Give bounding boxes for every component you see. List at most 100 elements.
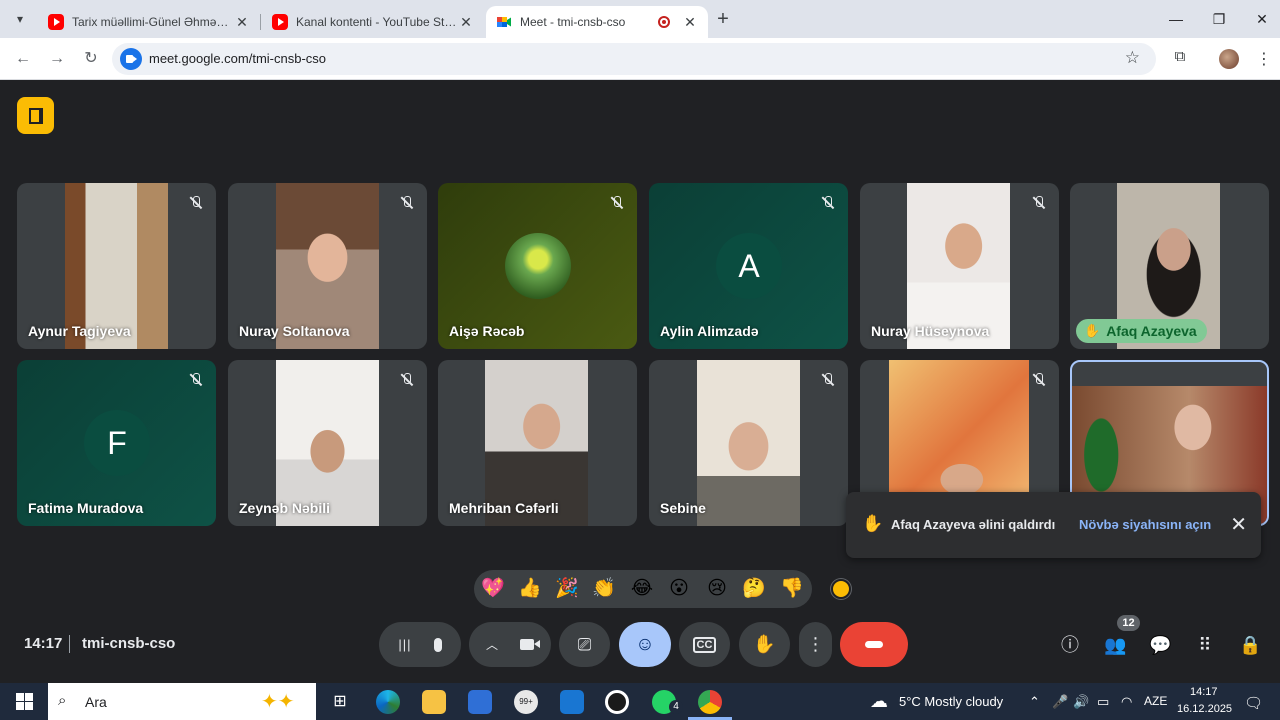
mail-badge: 99+ — [519, 697, 533, 706]
mic-off-icon — [184, 368, 208, 392]
copilot-sparkle-icon: ✦✦ — [261, 691, 295, 713]
tab-google-meet[interactable]: Meet - tmi-cnsb-cso ✕ — [486, 6, 708, 38]
edge-browser-icon[interactable] — [376, 690, 400, 714]
raised-hand-icon: ✋ — [1084, 323, 1101, 338]
participant-name: Nuray Soltanova — [239, 323, 350, 339]
extensions-puzzle-icon[interactable]: ⧉ — [1170, 48, 1190, 68]
participant-tile[interactable]: Nuray Soltanova — [228, 183, 427, 349]
chevron-up-icon[interactable]: ⌃ — [1029, 694, 1040, 710]
reactions-button[interactable]: ☺ — [619, 622, 671, 667]
raise-hand-button[interactable]: ✋ — [739, 622, 790, 667]
taskbar-date[interactable]: 16.12.2025 — [1177, 703, 1232, 715]
profile-avatar[interactable] — [1219, 49, 1239, 69]
bookmark-star-icon[interactable]: ☆ — [1125, 48, 1140, 68]
chevron-up-icon[interactable]: ︿ — [486, 636, 498, 653]
battery-icon[interactable]: ▭ — [1097, 694, 1109, 710]
participant-tile[interactable]: Aişə Rəcəb — [438, 183, 637, 349]
close-tab-icon[interactable]: ✕ — [682, 14, 698, 31]
weather-cloud-icon[interactable]: ☁ — [870, 691, 888, 712]
reaction-party-button[interactable]: 🎉 — [554, 576, 580, 602]
participant-tile[interactable]: ✋ Afaq Azayeva — [1070, 183, 1269, 349]
notifications-icon[interactable]: 🗨 — [1244, 694, 1263, 712]
raised-hand-icon: ✋ — [862, 514, 884, 533]
reaction-heart-button[interactable]: 💖 — [480, 576, 506, 602]
audio-settings-icon[interactable]: ||| — [398, 637, 411, 652]
chat-icon[interactable]: 💬 — [1149, 634, 1171, 656]
weather-text[interactable]: 5°C Mostly cloudy — [899, 694, 1003, 709]
host-controls-icon[interactable]: 🔒 — [1239, 634, 1261, 656]
reaction-sad-button[interactable]: 😢 — [704, 576, 730, 602]
participant-tile[interactable]: Zeynəb Nəbili — [228, 360, 427, 526]
tab-youtube-channel[interactable]: Tarix müəllimi-Günel Əhmədova ✕ — [38, 6, 260, 38]
search-icon: ⌕ — [58, 692, 67, 709]
meet-main: Aynur Tagiyeva Nuray Soltanova Aişə Rəcə… — [0, 81, 1280, 683]
browser-tab-strip: ▾ Tarix müəllimi-Günel Əhmədova ✕ Kanal … — [0, 0, 1280, 38]
reaction-laugh-button[interactable]: 😂 — [629, 576, 655, 602]
tab-search-button[interactable]: ▾ — [8, 8, 32, 30]
mic-off-icon — [816, 191, 840, 215]
taskbar-search[interactable]: ⌕ Ara ✦✦ — [48, 683, 316, 720]
raise-hand-icon: ✋ — [753, 634, 776, 654]
new-tab-button[interactable]: + — [712, 8, 734, 30]
skin-tone-button[interactable] — [831, 579, 851, 599]
reaction-thumbs-up-button[interactable]: 👍 — [517, 576, 543, 602]
reaction-surprised-button[interactable]: 😮 — [666, 576, 692, 602]
mail-app-icon[interactable]: 99+ — [514, 690, 538, 714]
present-screen-button[interactable]: ⎚ — [559, 622, 610, 667]
recording-icon — [658, 16, 670, 28]
people-icon[interactable]: 👥 — [1104, 634, 1126, 656]
participant-tile[interactable]: Aynur Tagiyeva — [17, 183, 216, 349]
participant-tile[interactable]: F Fatimə Muradova — [17, 360, 216, 526]
participant-tile[interactable]: Nuray Hüseynova — [860, 183, 1059, 349]
microphone-icon[interactable] — [433, 637, 442, 652]
more-options-button[interactable]: ⋮ — [799, 622, 832, 667]
close-tab-icon[interactable]: ✕ — [458, 14, 474, 31]
close-notification-icon[interactable]: ✕ — [1230, 512, 1247, 537]
microphone-tray-icon[interactable]: 🎤 — [1052, 694, 1068, 710]
whatsapp-badge: 4 — [669, 700, 683, 714]
open-queue-link[interactable]: Növbə siyahısını açın — [1079, 517, 1211, 532]
taskbar-time[interactable]: 14:17 — [1190, 686, 1218, 698]
task-view-icon[interactable]: ⊞ — [328, 690, 352, 714]
url-text[interactable]: meet.google.com/tmi-cnsb-cso — [149, 51, 326, 66]
outlook-mail-icon[interactable] — [560, 690, 584, 714]
participant-tile[interactable]: A Aylin Alimzadə — [649, 183, 848, 349]
meeting-details-badge[interactable] — [17, 97, 54, 134]
reaction-thumbs-down-button[interactable]: 👎 — [779, 576, 805, 602]
address-bar[interactable]: meet.google.com/tmi-cnsb-cso ☆ — [112, 43, 1156, 75]
close-window-icon[interactable]: ✕ — [1250, 8, 1274, 30]
reaction-thinking-button[interactable]: 🤔 — [741, 576, 767, 602]
camera-icon[interactable] — [520, 639, 540, 650]
captions-button[interactable]: CC — [679, 622, 730, 667]
participant-name: Nuray Hüseynova — [871, 323, 990, 339]
participant-name: Mehriban Cəfərli — [449, 500, 559, 516]
restore-icon[interactable]: ❐ — [1207, 8, 1231, 30]
windows-start-icon[interactable] — [16, 693, 33, 710]
participant-name: Zeynəb Nəbili — [239, 500, 331, 516]
participant-tile[interactable]: Sebine — [649, 360, 848, 526]
address-toolbar: ← → ↻ meet.google.com/tmi-cnsb-cso ☆ — [0, 38, 1280, 80]
back-arrow-icon[interactable]: ← — [12, 48, 34, 70]
leave-call-button[interactable] — [840, 622, 908, 667]
activities-icon[interactable]: ⠿ — [1194, 634, 1216, 656]
site-info-icon[interactable] — [120, 48, 142, 70]
chrome-browser-icon[interactable] — [698, 690, 722, 714]
file-explorer-icon[interactable] — [422, 690, 446, 714]
close-tab-icon[interactable]: ✕ — [234, 14, 250, 31]
participant-tile[interactable]: Mehriban Cəfərli — [438, 360, 637, 526]
language-indicator[interactable]: AZE — [1144, 694, 1167, 708]
minimize-icon[interactable]: — — [1164, 8, 1188, 30]
reload-icon[interactable]: ↻ — [80, 48, 102, 70]
tab-youtube-studio[interactable]: Kanal kontenti - YouTube Studio ✕ — [262, 6, 484, 38]
volume-icon[interactable]: 🔊 — [1073, 694, 1089, 710]
browser-menu-icon[interactable]: ⋮ — [1256, 49, 1272, 69]
microsoft-store-icon[interactable] — [468, 690, 492, 714]
mic-off-icon — [605, 191, 629, 215]
wifi-icon[interactable]: ◠ — [1121, 694, 1132, 710]
reaction-clap-button[interactable]: 👏 — [591, 576, 617, 602]
forward-arrow-icon[interactable]: → — [46, 48, 68, 70]
captions-icon: CC — [692, 636, 717, 653]
info-icon[interactable]: ⓘ — [1059, 634, 1081, 656]
screen-recorder-icon[interactable] — [605, 690, 629, 714]
present-screen-icon: ⎚ — [577, 634, 592, 654]
